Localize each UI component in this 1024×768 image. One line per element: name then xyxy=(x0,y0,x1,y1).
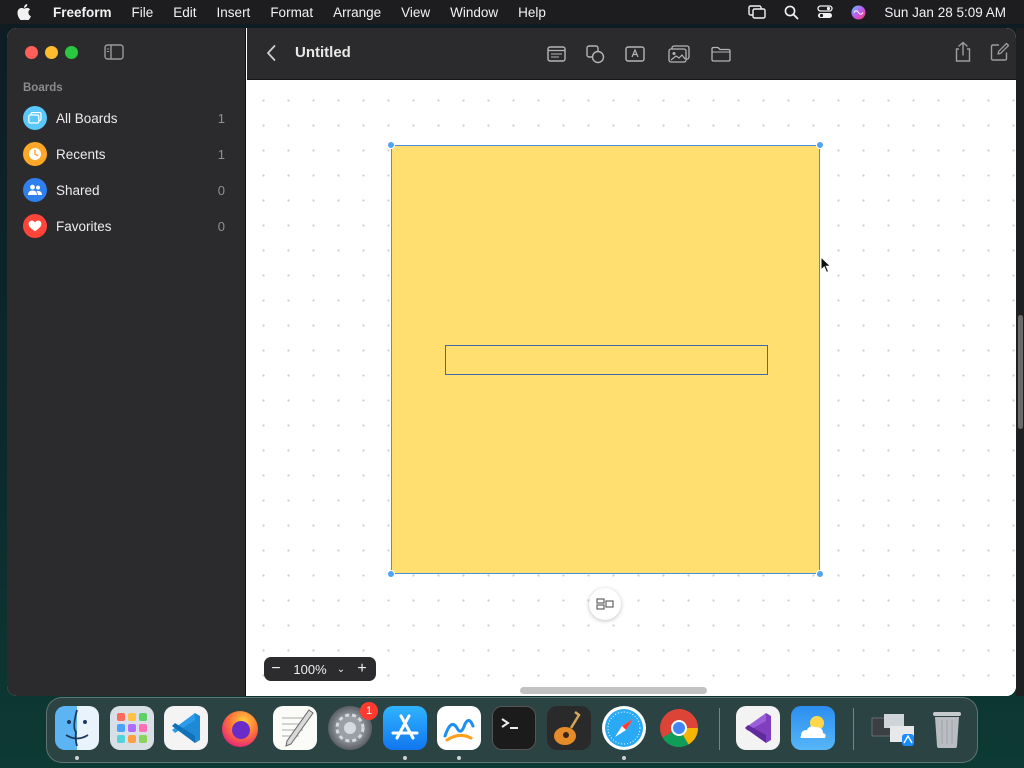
dock-visual-studio-icon[interactable] xyxy=(736,706,780,750)
dock-textedit-icon[interactable] xyxy=(273,706,317,750)
dock-running-indicator xyxy=(457,756,461,760)
media-tool-icon[interactable] xyxy=(667,42,691,66)
dock-weather-icon[interactable] xyxy=(791,706,835,750)
sidebar-item-label: Recents xyxy=(56,146,106,162)
board-main-area: Untitled − 100% ⌄ + xyxy=(247,28,1016,696)
siri-icon[interactable] xyxy=(851,5,866,20)
menu-bar: Freeform File Edit Insert Format Arrange… xyxy=(0,0,1024,24)
dock: 1 xyxy=(46,697,978,763)
sidebar-item-count: 0 xyxy=(217,182,225,198)
menu-help[interactable]: Help xyxy=(518,5,546,20)
resize-handle-top-right[interactable] xyxy=(816,141,824,149)
menu-bar-clock[interactable]: Sun Jan 28 5:09 AM xyxy=(884,5,1006,20)
sidebar-item-label: Shared xyxy=(56,182,100,198)
board-toolbar: Untitled xyxy=(247,28,1016,80)
dock-garageband-icon[interactable] xyxy=(547,706,591,750)
apple-menu-icon[interactable] xyxy=(17,4,37,20)
app-menu-freeform[interactable]: Freeform xyxy=(53,5,112,20)
zoom-control: − 100% ⌄ + xyxy=(264,657,376,681)
sidebar-item-count: 0 xyxy=(217,218,225,234)
resize-handle-bottom-right[interactable] xyxy=(816,570,824,578)
dock-app-store-icon[interactable] xyxy=(383,706,427,750)
spotlight-search-icon[interactable] xyxy=(784,5,799,20)
menu-edit[interactable]: Edit xyxy=(173,5,196,20)
freeform-window: Boards All Boards 1 Recents 1 Shared 0 F… xyxy=(7,28,1016,696)
dock-terminal-icon[interactable] xyxy=(492,706,536,750)
window-minimize-button[interactable] xyxy=(45,46,58,59)
all-boards-icon xyxy=(23,106,47,130)
sidebar-item-favorites[interactable]: Favorites 0 xyxy=(23,212,230,240)
shapes-tool-icon[interactable] xyxy=(583,42,607,66)
sidebar-toggle-icon[interactable] xyxy=(104,44,124,65)
dock-separator xyxy=(719,708,720,750)
dock-launchpad-icon[interactable] xyxy=(110,706,154,750)
menu-arrange[interactable]: Arrange xyxy=(333,5,381,20)
dock-chrome-icon[interactable] xyxy=(657,706,701,750)
recents-clock-icon xyxy=(23,142,47,166)
sidebar: Boards All Boards 1 Recents 1 Shared 0 F… xyxy=(7,28,246,696)
dock-freeform-icon[interactable] xyxy=(437,706,481,750)
sidebar-item-count: 1 xyxy=(217,110,225,126)
new-board-compose-icon[interactable] xyxy=(990,42,1010,67)
dock-running-indicator xyxy=(75,756,79,760)
dock-running-indicator xyxy=(622,756,626,760)
settings-notification-badge: 1 xyxy=(360,702,378,720)
arrange-align-button[interactable] xyxy=(589,588,621,620)
sidebar-item-label: All Boards xyxy=(56,110,118,126)
zoom-level[interactable]: 100% xyxy=(288,662,332,677)
menu-window[interactable]: Window xyxy=(450,5,498,20)
sidebar-item-label: Favorites xyxy=(56,218,112,234)
back-chevron-icon[interactable] xyxy=(265,44,277,67)
resize-handle-top-left[interactable] xyxy=(387,141,395,149)
sticky-note-text-field[interactable] xyxy=(445,345,768,375)
dock-safari-icon[interactable] xyxy=(602,706,646,750)
dock-downloads-stack-icon[interactable] xyxy=(870,706,914,750)
dock-vscode-icon[interactable] xyxy=(164,706,208,750)
horizontal-scrollbar[interactable] xyxy=(520,687,707,694)
sidebar-item-all-boards[interactable]: All Boards 1 xyxy=(23,104,230,132)
align-icon xyxy=(596,598,614,610)
board-title[interactable]: Untitled xyxy=(295,44,351,61)
sticky-note[interactable] xyxy=(387,141,824,578)
menu-file[interactable]: File xyxy=(132,5,154,20)
share-icon[interactable] xyxy=(954,41,972,68)
folder-tool-icon[interactable] xyxy=(709,42,733,66)
menu-view[interactable]: View xyxy=(401,5,430,20)
sidebar-item-shared[interactable]: Shared 0 xyxy=(23,176,230,204)
menu-format[interactable]: Format xyxy=(270,5,313,20)
sidebar-heading-boards: Boards xyxy=(23,82,63,94)
sidebar-item-recents[interactable]: Recents 1 xyxy=(23,140,230,168)
resize-handle-bottom-left[interactable] xyxy=(387,570,395,578)
zoom-menu-chevron-icon[interactable]: ⌄ xyxy=(332,664,350,675)
dock-trash-icon[interactable] xyxy=(925,706,969,750)
dock-firefox-icon[interactable] xyxy=(218,706,262,750)
text-box-tool-icon[interactable] xyxy=(623,42,647,66)
window-zoom-button[interactable] xyxy=(65,46,78,59)
menu-insert[interactable]: Insert xyxy=(217,5,251,20)
window-close-button[interactable] xyxy=(25,46,38,59)
screen-mirroring-icon[interactable] xyxy=(748,5,767,19)
zoom-out-button[interactable]: − xyxy=(264,660,288,678)
board-canvas[interactable]: − 100% ⌄ + xyxy=(247,80,1016,696)
vertical-scrollbar[interactable] xyxy=(1018,315,1023,429)
shared-people-icon xyxy=(23,178,47,202)
sidebar-item-count: 1 xyxy=(217,146,225,162)
background-window-edge xyxy=(1016,28,1024,696)
zoom-in-button[interactable]: + xyxy=(350,660,374,678)
sticky-note-tool-icon[interactable] xyxy=(544,42,568,66)
control-center-icon[interactable] xyxy=(817,5,834,19)
dock-running-indicator xyxy=(403,756,407,760)
dock-finder-icon[interactable] xyxy=(55,706,99,750)
mouse-pointer-icon xyxy=(820,255,832,279)
favorites-heart-icon xyxy=(23,214,47,238)
dock-separator xyxy=(853,708,854,750)
